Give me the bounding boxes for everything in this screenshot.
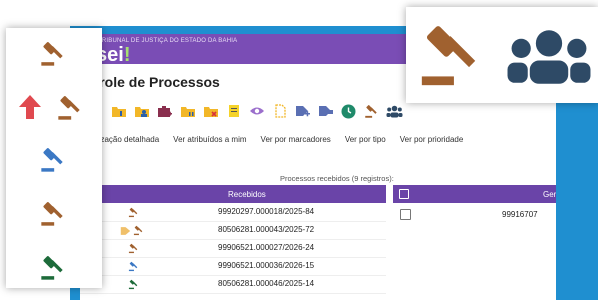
zoom-panel-right — [406, 7, 598, 103]
table-row[interactable]: 80506281.000043/2025-72 — [80, 221, 386, 240]
view-assigned-link[interactable]: Ver atribuídos a mim — [173, 135, 246, 144]
table-row[interactable]: 99920297.000018/2025-84 — [80, 203, 386, 222]
folder-user-icon[interactable] — [132, 102, 151, 121]
gavel-icon — [39, 146, 67, 174]
tag-icon[interactable] — [316, 102, 335, 121]
view-by-type-link[interactable]: Ver por tipo — [345, 135, 386, 144]
view-by-marker-link[interactable]: Ver por marcadores — [261, 135, 331, 144]
generated-process-number[interactable]: 99916707 — [502, 210, 538, 219]
generated-table-header: Gera — [393, 185, 556, 203]
process-number[interactable]: 99906521.000036/2026-15 — [218, 261, 314, 270]
gavel-icon — [39, 254, 67, 282]
folder-remove-icon[interactable] — [201, 102, 220, 121]
users-icon[interactable] — [385, 102, 404, 121]
tag-add-icon[interactable] — [293, 102, 312, 121]
row-checkbox[interactable] — [400, 209, 411, 220]
generated-header-label: Gera — [543, 190, 556, 199]
page-title: ntrole de Processos — [86, 74, 220, 90]
users-icon — [506, 29, 592, 85]
received-table-header: Recebidos — [80, 185, 386, 203]
gavel-icon — [39, 40, 67, 68]
gavel-icon[interactable] — [362, 102, 381, 121]
gavel-icon — [416, 21, 486, 91]
screenshot-frame: TRIBUNAL DE JUSTIÇA DO ESTADO DA BAHIA s… — [0, 0, 598, 300]
gavel-icon — [39, 200, 67, 228]
document-icon[interactable] — [270, 102, 289, 121]
zoom-panel-left — [6, 28, 102, 288]
briefcase-add-icon[interactable] — [155, 102, 174, 121]
eye-icon[interactable] — [247, 102, 266, 121]
clock-icon[interactable] — [339, 102, 358, 121]
up-arrow-icon — [18, 94, 42, 120]
received-header-label: Recebidos — [228, 190, 266, 199]
table-row[interactable]: 99906521.000027/2026-24 — [80, 239, 386, 258]
select-all-checkbox[interactable] — [399, 189, 409, 199]
process-number[interactable]: 80506281.000046/2025-14 — [218, 279, 314, 288]
records-count: Processos recebidos (9 registros): — [280, 174, 394, 183]
frame-border-right — [556, 100, 598, 300]
view-by-priority-link[interactable]: Ver por prioridade — [400, 135, 464, 144]
logo-dot: ! — [123, 44, 131, 66]
table-row[interactable]: 80506281.000046/2025-14 — [80, 275, 386, 294]
process-number[interactable]: 99906521.000027/2026-24 — [218, 243, 314, 252]
gavel-icon[interactable] — [128, 277, 139, 295]
process-number[interactable]: 99920297.000018/2025-84 — [218, 207, 314, 216]
process-number[interactable]: 80506281.000043/2025-72 — [218, 225, 314, 234]
folder-pause-icon[interactable] — [178, 102, 197, 121]
table-row[interactable]: 99906521.000036/2026-15 — [80, 257, 386, 276]
folder-info-icon[interactable] — [109, 102, 128, 121]
note-icon[interactable] — [224, 102, 243, 121]
view-links: ualização detalhada Ver atribuídos a mim… — [88, 135, 463, 144]
toolbar — [86, 100, 404, 122]
gavel-icon — [56, 94, 84, 122]
